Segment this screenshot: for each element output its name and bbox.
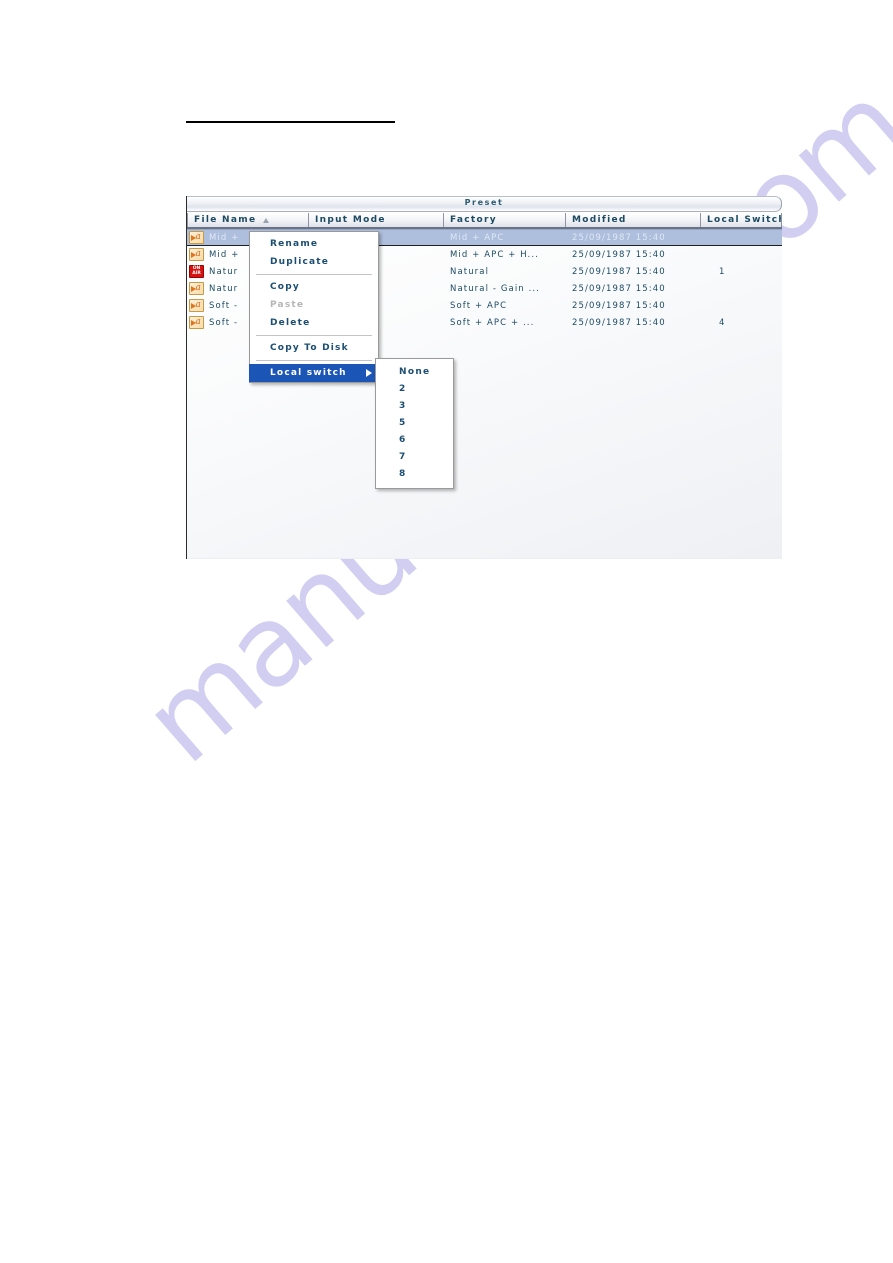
submenu-item-6-label: 6	[399, 434, 407, 445]
cell-modified-text: 25/09/1987 15:40	[572, 300, 666, 311]
cell-factory: Soft + APC + ...	[444, 314, 566, 331]
cell-modified: 25/09/1987 15:40	[566, 263, 701, 280]
menu-item-copy-to-disk-label: Copy To Disk	[270, 343, 349, 353]
cell-factory-text: Mid + APC + H...	[450, 249, 539, 260]
submenu-item-2-label: 2	[399, 383, 407, 394]
menu-item-duplicate[interactable]: Duplicate	[250, 253, 378, 271]
menu-item-paste-label: Paste	[270, 300, 305, 310]
submenu-item-3[interactable]: 3	[376, 397, 453, 414]
menu-item-paste: Paste	[250, 296, 378, 314]
preset-file-icon	[189, 248, 204, 261]
submenu-item-none[interactable]: None	[376, 363, 453, 380]
menu-item-copy-to-disk[interactable]: Copy To Disk	[250, 339, 378, 357]
cell-factory: Mid + APC	[444, 230, 566, 245]
submenu-item-7-label: 7	[399, 451, 407, 462]
cell-factory: Natural	[444, 263, 566, 280]
column-header-modified-label: Modified	[572, 215, 627, 225]
column-header-input-mode-label: Input Mode	[315, 215, 386, 225]
panel-title: Preset	[464, 198, 504, 207]
preset-file-icon	[189, 299, 204, 312]
column-header-local-switch-label: Local Switch	[707, 215, 782, 225]
menu-item-rename[interactable]: Rename	[250, 235, 378, 253]
cell-modified: 25/09/1987 15:40	[566, 230, 701, 245]
cell-local-switch	[701, 246, 782, 263]
cell-modified-text: 25/09/1987 15:40	[572, 317, 666, 328]
cell-file-name-text: Natur	[209, 283, 239, 294]
column-header-factory[interactable]: Factory	[444, 213, 566, 227]
submenu-item-8[interactable]: 8	[376, 465, 453, 482]
on-air-icon: ON AIR	[189, 265, 204, 278]
cell-factory-text: Natural - Gain ...	[450, 283, 540, 294]
cell-modified: 25/09/1987 15:40	[566, 297, 701, 314]
cell-file-name-text: Natur	[209, 266, 239, 277]
submenu-item-7[interactable]: 7	[376, 448, 453, 465]
cell-file-name-text: Soft -	[209, 317, 239, 328]
menu-item-delete-label: Delete	[270, 318, 311, 328]
cell-modified-text: 25/09/1987 15:40	[572, 266, 666, 277]
menu-item-copy[interactable]: Copy	[250, 278, 378, 296]
menu-separator	[256, 360, 372, 361]
page-top-rule	[186, 121, 395, 123]
preset-file-icon	[189, 231, 204, 244]
cell-local-switch	[701, 280, 782, 297]
submenu-item-none-label: None	[399, 366, 431, 377]
preset-file-icon	[189, 316, 204, 329]
cell-modified-text: 25/09/1987 15:40	[572, 232, 666, 243]
cell-file-name-text: Mid +	[209, 249, 240, 260]
column-header-file-name-label: File Name	[194, 215, 257, 225]
menu-separator	[256, 274, 372, 275]
menu-item-local-switch[interactable]: Local switch	[249, 364, 379, 382]
menu-item-duplicate-label: Duplicate	[270, 257, 330, 267]
preset-file-icon	[189, 282, 204, 295]
cell-local-switch-text: 4	[719, 317, 726, 328]
cell-factory-text: Natural	[450, 266, 490, 277]
cell-modified: 25/09/1987 15:40	[566, 314, 701, 331]
cell-local-switch: 4	[701, 314, 782, 331]
cell-factory: Soft + APC	[444, 297, 566, 314]
context-menu: Rename Duplicate Copy Paste Delete Copy …	[249, 231, 379, 383]
menu-item-copy-label: Copy	[270, 282, 300, 292]
preset-title-bar: Preset	[187, 196, 782, 212]
table-column-header: File Name Input Mode Factory Modified Lo…	[187, 212, 782, 229]
on-air-line-2: AIR	[192, 270, 201, 276]
cell-factory-text: Soft + APC + ...	[450, 317, 535, 328]
local-switch-submenu: None 2 3 5 6 7 8	[375, 358, 454, 489]
submenu-item-6[interactable]: 6	[376, 431, 453, 448]
cell-local-switch-text: 1	[719, 266, 726, 277]
cell-modified-text: 25/09/1987 15:40	[572, 249, 666, 260]
sort-ascending-icon	[263, 217, 270, 223]
column-header-input-mode[interactable]: Input Mode	[309, 213, 444, 227]
cell-modified-text: 25/09/1987 15:40	[572, 283, 666, 294]
cell-factory-text: Mid + APC	[450, 232, 505, 243]
submenu-item-5-label: 5	[399, 417, 407, 428]
menu-separator	[256, 335, 372, 336]
submenu-item-5[interactable]: 5	[376, 414, 453, 431]
cell-local-switch: 1	[701, 263, 782, 280]
submenu-item-3-label: 3	[399, 400, 407, 411]
cell-factory-text: Soft + APC	[450, 300, 508, 311]
cell-modified: 25/09/1987 15:40	[566, 280, 701, 297]
column-header-factory-label: Factory	[450, 215, 497, 225]
column-header-modified[interactable]: Modified	[566, 213, 701, 227]
cell-file-name-text: Mid +	[209, 232, 240, 243]
chevron-right-icon	[366, 369, 372, 377]
page-watermark: manualshive.com	[0, 0, 893, 1263]
submenu-item-8-label: 8	[399, 468, 407, 479]
submenu-item-2[interactable]: 2	[376, 380, 453, 397]
column-header-local-switch[interactable]: Local Switch	[701, 213, 782, 227]
menu-item-delete[interactable]: Delete	[250, 314, 378, 332]
cell-factory: Mid + APC + H...	[444, 246, 566, 263]
menu-item-rename-label: Rename	[270, 239, 319, 249]
menu-item-local-switch-label: Local switch	[270, 368, 347, 378]
cell-local-switch	[701, 297, 782, 314]
cell-local-switch	[701, 230, 782, 245]
cell-modified: 25/09/1987 15:40	[566, 246, 701, 263]
cell-file-name-text: Soft -	[209, 300, 239, 311]
cell-factory: Natural - Gain ...	[444, 280, 566, 297]
column-header-file-name[interactable]: File Name	[187, 213, 309, 227]
